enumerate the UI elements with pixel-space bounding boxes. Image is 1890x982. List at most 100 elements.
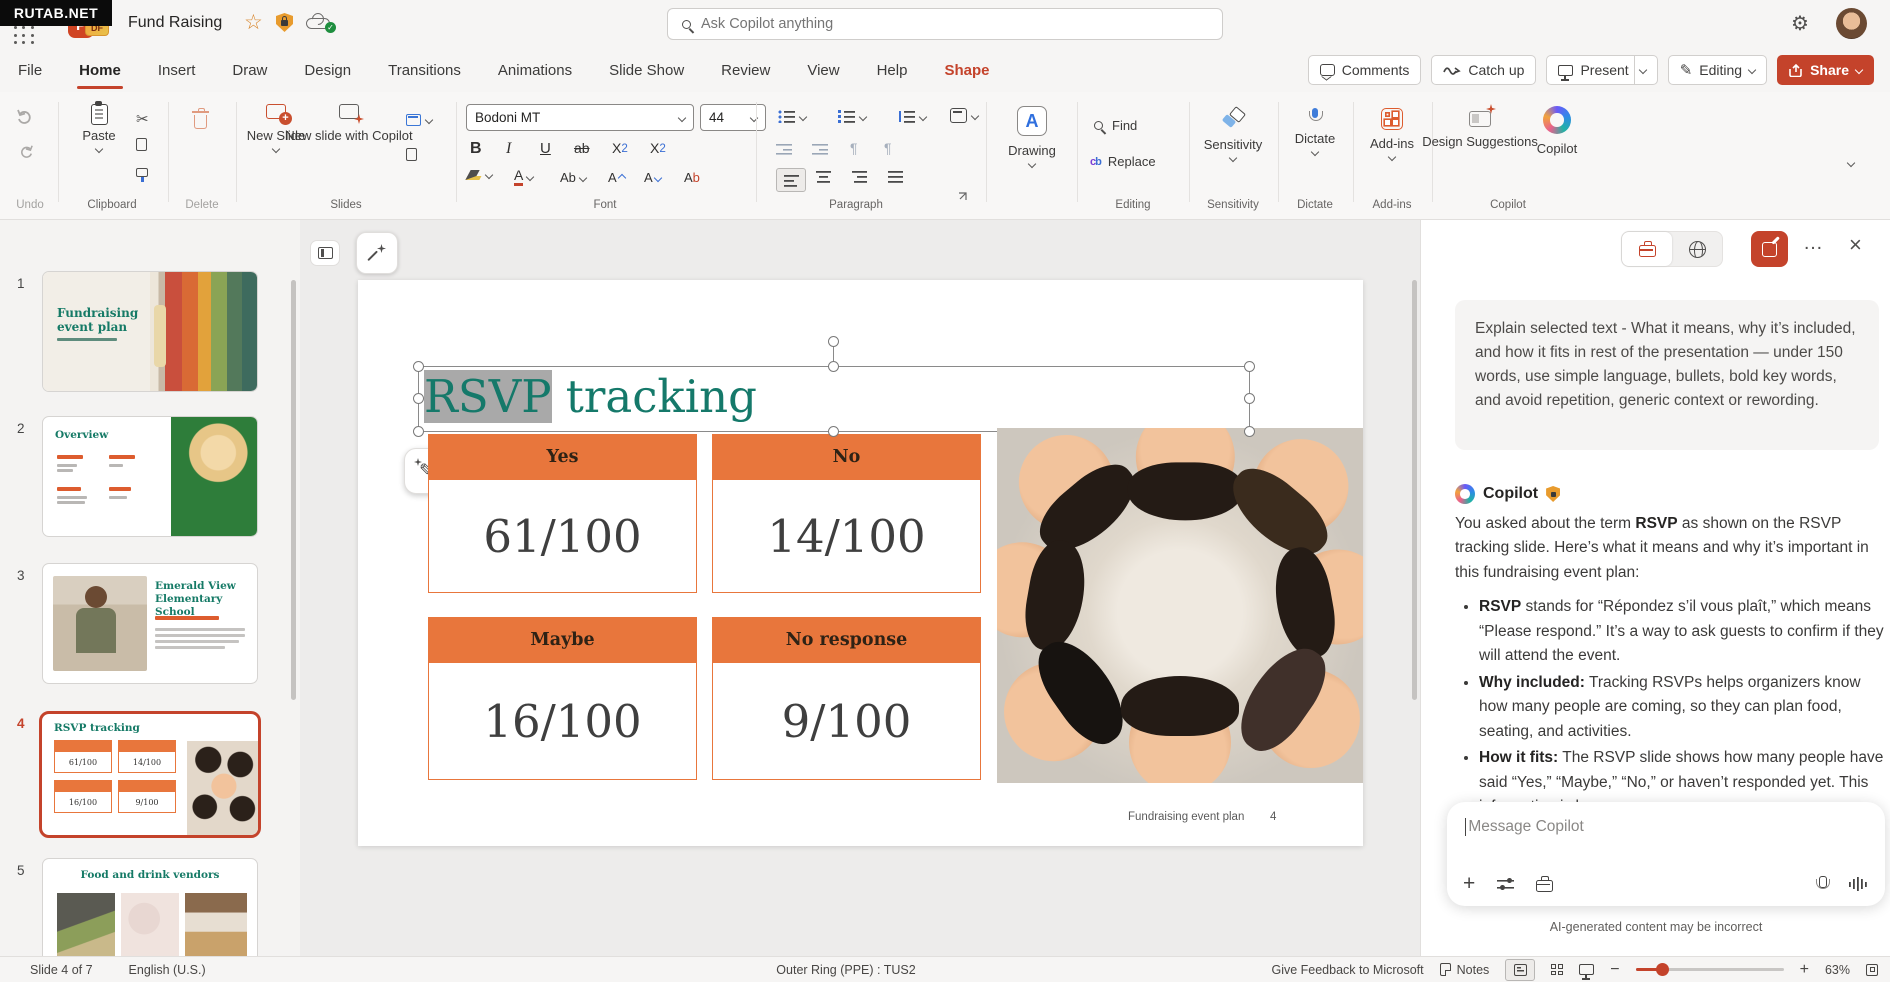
selected-text[interactable]: RSVP <box>424 370 552 423</box>
highlight-color-button[interactable] <box>468 170 492 180</box>
slideshow-button[interactable] <box>1579 964 1594 975</box>
favorite-star-icon[interactable]: ☆ <box>244 10 263 35</box>
character-spacing-button[interactable]: Ab <box>560 170 586 185</box>
options-sliders-button[interactable] <box>1497 878 1514 890</box>
table-value-maybe[interactable]: 16/100 <box>428 662 697 780</box>
slide-thumbnail-4-selected[interactable]: RSVP tracking 61/100 14/100 16/100 9/100 <box>39 711 261 838</box>
sensitivity-button[interactable]: Sensitivity <box>1196 108 1270 161</box>
comments-button[interactable]: Comments <box>1308 55 1422 85</box>
copilot-message-box[interactable]: Message Copilot + <box>1447 802 1885 906</box>
align-left-button[interactable] <box>776 168 806 192</box>
sensitivity-shield-icon[interactable] <box>276 13 293 32</box>
copy-button[interactable] <box>136 138 147 151</box>
selection-handle-w[interactable] <box>413 393 424 404</box>
work-toggle-button[interactable] <box>1622 232 1672 266</box>
grow-font-button[interactable]: A <box>608 170 625 185</box>
zoom-percent[interactable]: 63% <box>1825 963 1850 977</box>
rtl-paragraph-button[interactable]: ¶ <box>884 140 892 156</box>
new-slide-with-copilot-button[interactable]: New slide with Copilot <box>306 104 392 144</box>
slide-sorter-button[interactable] <box>1551 964 1563 975</box>
addins-button[interactable]: Add-ins <box>1360 108 1424 160</box>
zoom-out-button[interactable]: − <box>1610 961 1619 979</box>
zoom-slider[interactable] <box>1636 968 1784 971</box>
subscript-button[interactable]: X2 <box>612 140 628 156</box>
tab-view[interactable]: View <box>805 58 841 83</box>
voice-input-button[interactable] <box>1817 876 1827 891</box>
undo-button[interactable] <box>16 108 34 124</box>
table-header-maybe[interactable]: Maybe <box>428 617 697 662</box>
table-header-yes[interactable]: Yes <box>428 434 697 479</box>
tab-transitions[interactable]: Transitions <box>386 58 463 83</box>
duplicate-slide-button[interactable] <box>406 148 417 161</box>
selection-handle-nw[interactable] <box>413 361 424 372</box>
normal-view-button[interactable] <box>1505 959 1535 981</box>
slide-thumbnail-2[interactable]: Overview <box>42 416 258 537</box>
find-button[interactable]: Find <box>1094 118 1137 133</box>
title-rest[interactable]: tracking <box>552 370 757 423</box>
selection-handle-se[interactable] <box>1244 426 1255 437</box>
slide-thumbnail-5[interactable]: Food and drink vendors <box>42 858 258 956</box>
canvas-scrollbar[interactable] <box>1412 280 1417 700</box>
justify-button[interactable] <box>888 170 903 183</box>
paragraph-dialog-launcher[interactable] <box>958 192 967 201</box>
language-status[interactable]: English (U.S.) <box>129 963 206 977</box>
increase-indent-button[interactable] <box>812 144 828 155</box>
slide-photo-children[interactable] <box>997 428 1363 783</box>
web-toggle-button[interactable] <box>1672 232 1722 266</box>
selection-handle-s[interactable] <box>828 426 839 437</box>
tab-design[interactable]: Design <box>302 58 353 83</box>
collapse-ribbon-button[interactable] <box>1848 160 1854 166</box>
delete-button[interactable] <box>194 110 207 129</box>
replace-button[interactable]: cb Replace <box>1090 154 1156 169</box>
fit-to-window-button[interactable] <box>1866 964 1878 976</box>
designer-button[interactable] <box>356 232 398 274</box>
selection-handle-ne[interactable] <box>1244 361 1255 372</box>
copilot-ribbon-button[interactable]: Copilot <box>1528 106 1586 156</box>
tab-help[interactable]: Help <box>875 58 910 83</box>
shrink-font-button[interactable]: A <box>644 170 661 185</box>
tab-file[interactable]: File <box>16 58 44 83</box>
slide-title[interactable]: RSVP tracking <box>424 370 757 423</box>
app-launcher-icon[interactable] <box>14 26 36 46</box>
slide-layout-button[interactable] <box>406 114 432 126</box>
feedback-link[interactable]: Give Feedback to Microsoft <box>1271 963 1423 977</box>
superscript-button[interactable]: X2 <box>650 140 666 156</box>
thumbnail-scrollbar[interactable] <box>291 280 296 700</box>
catch-up-button[interactable]: Catch up <box>1431 55 1536 85</box>
strikethrough-button[interactable]: ab <box>574 140 590 156</box>
slide-4-canvas[interactable]: RSVP tracking ✎ Yes No 61/100 14/100 May… <box>358 280 1363 846</box>
numbering-button[interactable] <box>838 110 866 123</box>
editing-mode-button[interactable]: ✎ Editing <box>1668 55 1767 85</box>
attach-plus-button[interactable]: + <box>1463 873 1475 894</box>
align-center-button[interactable] <box>816 170 831 183</box>
panel-close-button[interactable]: × <box>1849 232 1862 258</box>
present-split-button[interactable]: Present <box>1546 55 1657 85</box>
table-header-noresponse[interactable]: No response <box>712 617 981 662</box>
align-right-button[interactable] <box>852 170 867 183</box>
collapse-pane-button[interactable] <box>310 240 340 266</box>
bold-button[interactable]: B <box>470 140 482 158</box>
table-value-noresponse[interactable]: 9/100 <box>712 662 981 780</box>
tab-review[interactable]: Review <box>719 58 772 83</box>
ltr-paragraph-button[interactable]: ¶ <box>850 140 858 156</box>
align-text-button[interactable] <box>950 108 978 123</box>
drawing-button[interactable]: A Drawing <box>1000 106 1064 167</box>
zoom-in-button[interactable]: + <box>1800 961 1809 979</box>
zoom-knob[interactable] <box>1656 963 1669 976</box>
design-suggestions-button[interactable]: Design Suggestions <box>1438 106 1522 150</box>
selection-handle-e[interactable] <box>1244 393 1255 404</box>
italic-button[interactable]: I <box>506 140 511 158</box>
line-spacing-button[interactable] <box>898 110 926 123</box>
bullets-button[interactable] <box>778 110 806 123</box>
search-input[interactable] <box>701 16 1181 32</box>
format-painter-button[interactable] <box>136 168 148 177</box>
tab-home[interactable]: Home <box>77 58 123 83</box>
table-value-yes[interactable]: 61/100 <box>428 479 697 593</box>
tab-draw[interactable]: Draw <box>230 58 269 83</box>
decrease-indent-button[interactable] <box>776 144 792 155</box>
table-header-no[interactable]: No <box>712 434 981 479</box>
tab-slide-show[interactable]: Slide Show <box>607 58 686 83</box>
font-name-combo[interactable]: Bodoni MT <box>466 104 694 131</box>
document-title[interactable]: Fund Raising <box>128 14 222 32</box>
rotate-handle[interactable] <box>828 336 839 347</box>
